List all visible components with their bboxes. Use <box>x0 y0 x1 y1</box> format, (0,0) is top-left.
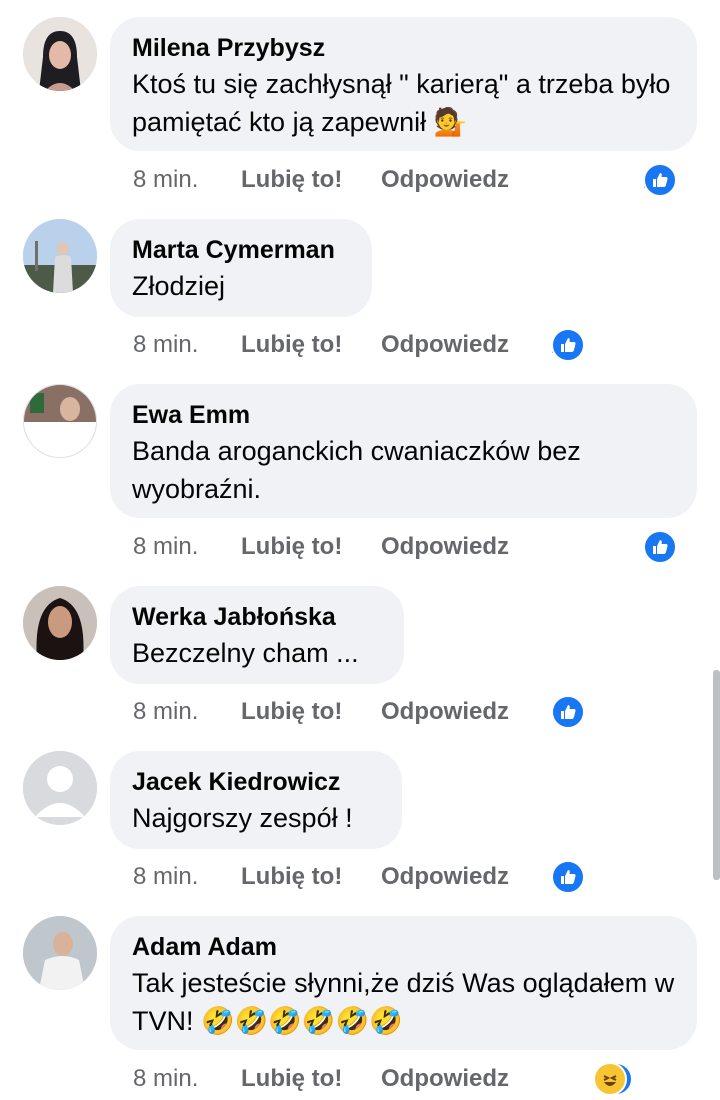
comment-bubble: Werka Jabłońska Bezczelny cham ... <box>110 586 404 684</box>
reply-button[interactable]: Odpowiedz <box>381 328 509 362</box>
comment-text: Złodziej <box>132 271 226 301</box>
haha-icon <box>593 1062 627 1096</box>
author-name[interactable]: Adam Adam <box>132 930 675 964</box>
comment-bubble: Milena Przybysz Ktoś tu się zachłysnął "… <box>110 17 697 151</box>
reaction-summary[interactable]: 3 <box>551 860 585 894</box>
avatar[interactable] <box>23 384 97 458</box>
like-button[interactable]: Lubię to! <box>241 530 342 564</box>
reaction-summary[interactable]: 4 <box>643 530 677 564</box>
thumbs-up-icon <box>643 163 677 197</box>
reaction-summary[interactable]: 2 <box>551 328 585 362</box>
comment-bubble: Adam Adam Tak jesteście słynni,że dziś W… <box>110 916 697 1050</box>
comment-bubble: Jacek Kiedrowicz Najgorszy zespół ! <box>110 751 402 849</box>
reply-button[interactable]: Odpowiedz <box>381 530 509 564</box>
author-name[interactable]: Marta Cymerman <box>132 233 350 267</box>
thumbs-up-icon <box>551 860 585 894</box>
comment-time[interactable]: 8 min. <box>133 328 198 362</box>
author-name[interactable]: Milena Przybysz <box>132 31 675 65</box>
reaction-summary[interactable]: 22 <box>593 1062 633 1096</box>
like-button[interactable]: Lubię to! <box>241 163 342 197</box>
like-button[interactable]: Lubię to! <box>241 695 342 729</box>
comment-text: Tak jesteście słynni,że dziś Was oglądał… <box>132 968 682 1036</box>
like-button[interactable]: Lubię to! <box>241 860 342 894</box>
comment-bubble: Marta Cymerman Złodziej <box>110 219 372 317</box>
comment-actions: 8 min. Lubię to! Odpowiedz 2 <box>133 328 613 362</box>
comment-time[interactable]: 8 min. <box>133 1062 198 1096</box>
reaction-summary[interactable]: 2 <box>643 163 677 197</box>
comment-text: Bezczelny cham ... <box>132 638 359 668</box>
comment-text: Banda aroganckich cwaniaczków bez wyobra… <box>132 436 589 504</box>
author-name[interactable]: Jacek Kiedrowicz <box>132 765 380 799</box>
comment-text: Ktoś tu się zachłysnął " karierą" a trze… <box>132 69 678 137</box>
comment-time[interactable]: 8 min. <box>133 860 198 894</box>
avatar[interactable] <box>23 916 97 990</box>
avatar[interactable] <box>23 751 97 825</box>
reply-button[interactable]: Odpowiedz <box>381 1062 509 1096</box>
avatar[interactable] <box>23 219 97 293</box>
like-button[interactable]: Lubię to! <box>241 1062 342 1096</box>
comment-text: Najgorszy zespół ! <box>132 803 353 833</box>
thumbs-up-icon <box>643 530 677 564</box>
avatar[interactable] <box>23 17 97 91</box>
comment-actions: 8 min. Lubię to! Odpowiedz 2 <box>133 163 703 197</box>
reply-button[interactable]: Odpowiedz <box>381 163 509 197</box>
avatar[interactable] <box>23 586 97 660</box>
reaction-summary[interactable]: 8 <box>551 695 585 729</box>
comment-actions: 8 min. Lubię to! Odpowiedz 22 <box>133 1062 703 1096</box>
comment-time[interactable]: 8 min. <box>133 530 198 564</box>
author-name[interactable]: Werka Jabłońska <box>132 600 382 634</box>
like-button[interactable]: Lubię to! <box>241 328 342 362</box>
comment-time[interactable]: 8 min. <box>133 163 198 197</box>
comment-actions: 8 min. Lubię to! Odpowiedz 4 <box>133 530 703 564</box>
scrollbar[interactable] <box>713 670 720 880</box>
comment-time[interactable]: 8 min. <box>133 695 198 729</box>
thumbs-up-icon <box>551 328 585 362</box>
comment-bubble: Ewa Emm Banda aroganckich cwaniaczków be… <box>110 384 697 518</box>
thumbs-up-icon <box>551 695 585 729</box>
reply-button[interactable]: Odpowiedz <box>381 695 509 729</box>
author-name[interactable]: Ewa Emm <box>132 398 675 432</box>
comment-actions: 8 min. Lubię to! Odpowiedz 8 <box>133 695 613 729</box>
reply-button[interactable]: Odpowiedz <box>381 860 509 894</box>
comment-actions: 8 min. Lubię to! Odpowiedz 3 <box>133 860 613 894</box>
